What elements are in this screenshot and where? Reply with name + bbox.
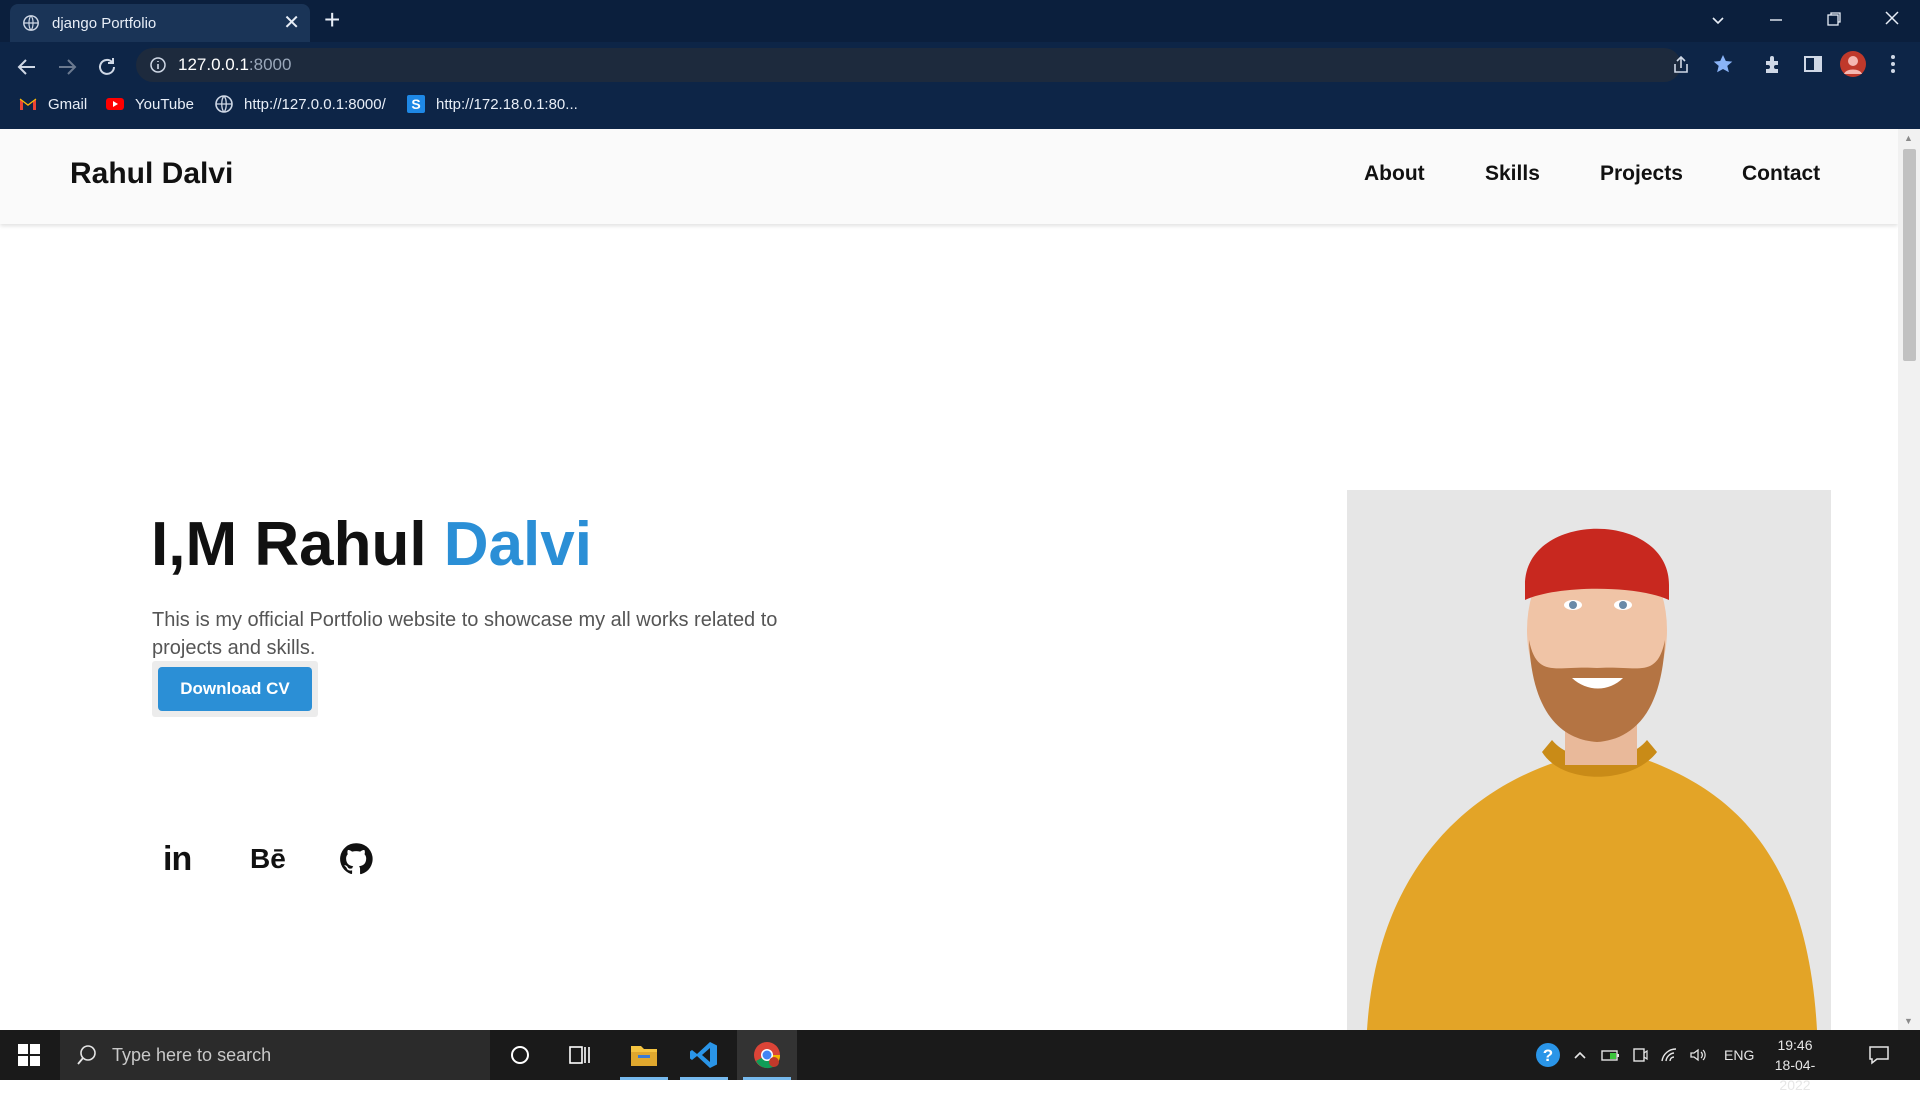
globe-icon [215,95,233,113]
clock-time: 19:46 [1777,1037,1813,1053]
notification-icon [1869,1046,1889,1065]
notification-center[interactable] [1868,1030,1890,1080]
tray-overflow[interactable] [1572,1030,1588,1080]
site-header: Rahul Dalvi About Skills Projects Contac… [0,129,1898,224]
bookmark-label: http://127.0.0.1:8000/ [244,95,386,113]
task-view-button[interactable] [550,1030,610,1080]
svg-text:S: S [411,96,420,112]
linkedin-icon[interactable]: in [163,837,192,881]
help-tray-button[interactable]: ? [1534,1030,1562,1080]
url-port: :8000 [248,55,292,74]
new-tab-button[interactable]: + [324,6,340,34]
reload-icon[interactable] [96,56,118,78]
tab-close-icon[interactable]: ✕ [283,13,300,33]
github-icon[interactable] [336,837,376,881]
behance-icon[interactable]: Bē [250,837,286,881]
vscode-icon [690,1042,717,1068]
profile-photo [1347,490,1831,1030]
tab-strip: django Portfolio ✕ + [0,0,1920,42]
restore-icon[interactable] [1826,11,1842,27]
bookmark-star-icon[interactable] [1712,53,1734,75]
cortana-button[interactable] [490,1030,550,1080]
download-cv-button[interactable]: Download CV [158,667,312,711]
minimize-icon[interactable] [1768,12,1784,28]
site-brand[interactable]: Rahul Dalvi [70,157,233,191]
file-explorer-icon [631,1046,657,1066]
youtube-icon [106,98,124,110]
forward-icon[interactable] [56,56,78,78]
extensions-icon[interactable] [1762,53,1784,75]
task-view-icon [569,1046,590,1064]
hero-title-main: I,M Rahul [151,510,444,579]
tab-title: django Portfolio [52,14,157,32]
back-icon[interactable] [16,56,38,78]
bookmark-localhost[interactable]: http://127.0.0.1:8000/ [214,94,386,114]
chevron-up-icon [1574,1051,1586,1059]
portrait-image [1347,490,1831,1030]
wifi-icon [1661,1048,1677,1062]
page-viewport: Rahul Dalvi About Skills Projects Contac… [0,129,1898,1030]
device-icon [1633,1048,1648,1062]
bookmark-label: Gmail [48,95,88,113]
profile-avatar[interactable] [1840,51,1866,77]
bookmark-label: http://172.18.0.1:80... [436,95,578,113]
scroll-up-icon[interactable]: ▲ [1904,133,1913,143]
nav-projects[interactable]: Projects [1600,162,1683,186]
globe-icon [23,15,39,31]
file-explorer-button[interactable] [614,1030,674,1080]
bookmarks-bar: Gmail YouTube http://127.0.0.1:8000/ S h… [0,90,1920,122]
taskbar-clock[interactable]: 19:46 18-04-2022 [1760,1035,1830,1095]
svg-text:?: ? [1543,1046,1553,1065]
network-tray[interactable] [1660,1030,1678,1080]
browser-frame: django Portfolio ✕ + 127.0.0.1:8000 Gmai… [0,0,1920,129]
tab-active[interactable]: django Portfolio ✕ [10,4,310,42]
nav-contact[interactable]: Contact [1742,162,1820,186]
nav-about[interactable]: About [1364,162,1425,186]
cortana-icon [511,1046,529,1064]
menu-kebab-icon[interactable] [1884,53,1902,75]
windows-start-icon[interactable] [18,1044,40,1066]
close-window-icon[interactable] [1884,10,1900,26]
hero-description: This is my official Portfolio website to… [152,609,778,659]
meet-now-tray[interactable] [1632,1030,1648,1080]
clock-date: 18-04-2022 [1774,1057,1816,1093]
github-logo [340,843,373,875]
scrollbar-thumb[interactable] [1903,149,1916,361]
scroll-down-icon[interactable]: ▼ [1904,1016,1913,1026]
bookmark-label: YouTube [135,95,194,113]
s-logo-icon: S [407,95,425,113]
battery-tray[interactable] [1601,1030,1621,1080]
url-text: 127.0.0.1:8000 [178,55,291,75]
tab-search-icon[interactable] [1710,12,1726,28]
hero-title-accent: Dalvi [443,510,592,579]
battery-icon [1601,1050,1619,1061]
search-icon [77,1045,96,1065]
windows-taskbar: Type here to search ? ENG 19:46 18-04-20… [0,1030,1920,1093]
site-info-icon[interactable] [149,56,167,74]
hero-title: I,M Rahul Dalvi [151,509,592,580]
cv-button-wrapper: Download CV [152,661,318,717]
taskbar-search-box[interactable]: Type here to search [60,1030,490,1080]
bookmark-gmail[interactable]: Gmail [18,94,87,114]
bookmark-youtube[interactable]: YouTube [105,94,194,114]
share-icon[interactable] [1671,55,1691,75]
chrome-icon [754,1042,781,1069]
page-scrollbar[interactable]: ▲ ▼ [1898,129,1920,1030]
bookmark-remote[interactable]: S http://172.18.0.1:80... [406,94,578,114]
nav-skills[interactable]: Skills [1485,162,1540,186]
search-placeholder: Type here to search [112,1044,272,1065]
volume-tray[interactable] [1689,1030,1707,1080]
gmail-icon [19,98,37,110]
help-icon: ? [1536,1043,1560,1067]
side-panel-icon[interactable] [1802,53,1824,75]
vscode-button[interactable] [674,1030,734,1080]
address-bar[interactable]: 127.0.0.1:8000 [136,48,1688,82]
language-indicator[interactable]: ENG [1724,1030,1754,1080]
chrome-button[interactable] [737,1030,797,1080]
url-host: 127.0.0.1 [178,55,249,74]
speaker-icon [1690,1048,1706,1062]
